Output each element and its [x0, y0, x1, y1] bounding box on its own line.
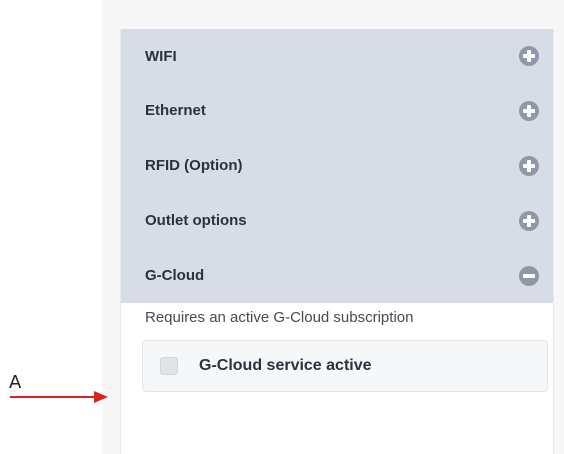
accordion-item-ethernet[interactable]: Ethernet [121, 83, 553, 138]
accordion-item-outlet-options[interactable]: Outlet options [121, 193, 553, 248]
minus-circle-icon[interactable] [519, 265, 539, 286]
g-cloud-service-checkbox[interactable] [160, 357, 178, 375]
accordion-item-label: Outlet options [145, 212, 247, 229]
g-cloud-service-label: G-Cloud service active [199, 357, 372, 374]
accordion-item-label: RFID (Option) [145, 157, 243, 174]
accordion: WIFI Ethernet RFID (Option) Outlet optio… [121, 29, 553, 303]
g-cloud-service-active-option[interactable]: G-Cloud service active [142, 340, 548, 392]
accordion-item-label: WIFI [145, 47, 177, 65]
accordion-item-g-cloud[interactable]: G-Cloud [121, 248, 553, 303]
g-cloud-requirement-text: Requires an active G-Cloud subscription [145, 309, 414, 326]
plus-circle-icon[interactable] [519, 155, 539, 176]
plus-circle-icon[interactable] [519, 100, 539, 121]
annotation-arrow-icon [10, 391, 108, 403]
accordion-item-label: G-Cloud [145, 267, 205, 284]
accordion-item-label: Ethernet [145, 102, 206, 119]
plus-circle-icon[interactable] [519, 210, 539, 231]
accordion-item-wifi[interactable]: WIFI [121, 29, 553, 83]
plus-circle-icon[interactable] [519, 46, 539, 66]
accordion-item-rfid[interactable]: RFID (Option) [121, 138, 553, 193]
